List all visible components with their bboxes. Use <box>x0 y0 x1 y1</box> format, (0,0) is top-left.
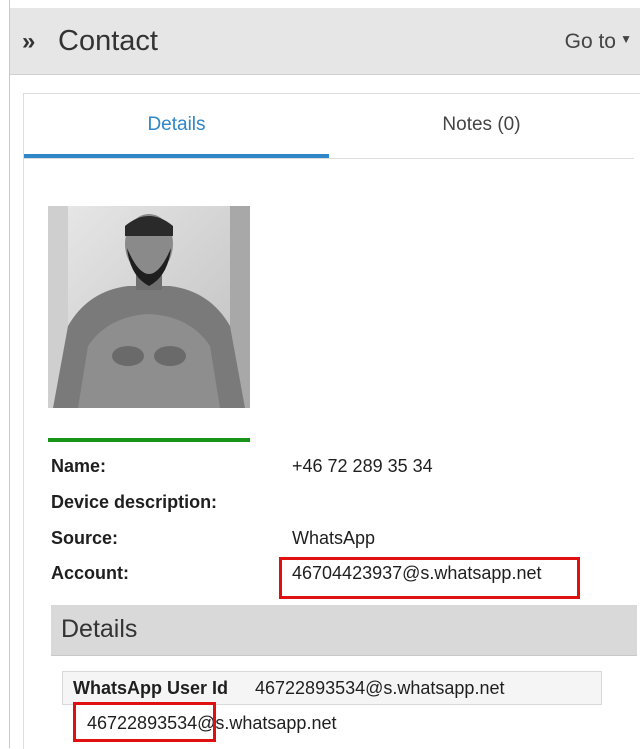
contact-avatar <box>48 206 250 408</box>
avatar-status-bar <box>48 438 250 442</box>
source-value: WhatsApp <box>292 528 376 548</box>
panel-header: » Contact Go to ▼ <box>10 8 640 75</box>
details-section-header: Details <box>51 605 637 656</box>
panel-title: Contact <box>58 25 158 57</box>
user-id-highlight-box <box>73 702 216 742</box>
tab-notes[interactable]: Notes (0) <box>329 94 634 158</box>
contact-content: Details Notes (0) Name: +46 72 289 35 34… <box>23 93 640 749</box>
source-label: Source: <box>51 528 119 548</box>
name-label: Name: <box>51 456 107 476</box>
device-label: Device description: <box>51 492 218 512</box>
user-id-value: 46722893534@s.whatsapp.net <box>255 678 505 698</box>
details-section-title: Details <box>61 615 138 643</box>
goto-button[interactable]: Go to <box>565 30 616 54</box>
account-label: Account: <box>51 563 129 583</box>
user-id-label: WhatsApp User Id <box>73 678 229 698</box>
whatsapp-user-id-row: WhatsApp User Id 46722893534@s.whatsapp.… <box>62 671 602 705</box>
caret-down-icon[interactable]: ▼ <box>620 32 632 46</box>
expand-chevron-icon[interactable]: » <box>22 28 35 56</box>
name-value: +46 72 289 35 34 <box>292 456 433 476</box>
avatar-image <box>48 206 250 408</box>
tab-bar: Details Notes (0) <box>24 94 634 159</box>
tab-details[interactable]: Details <box>24 94 329 158</box>
account-highlight-box <box>279 557 580 599</box>
